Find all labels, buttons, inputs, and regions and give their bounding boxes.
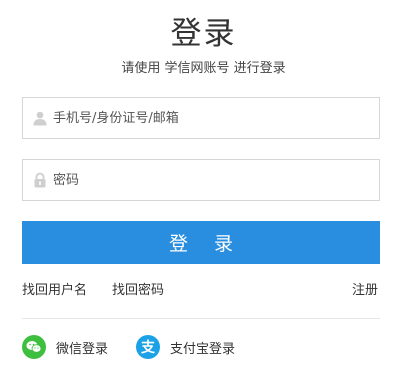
register-link-wrap: 注册 xyxy=(352,279,378,298)
forgot-password-link[interactable]: 找回密码 xyxy=(112,283,164,298)
username-input[interactable] xyxy=(53,98,379,138)
divider xyxy=(22,318,380,319)
alipay-login[interactable]: 支 支付宝登录 xyxy=(136,335,235,359)
user-icon xyxy=(31,109,49,127)
wechat-login[interactable]: 微信登录 xyxy=(22,335,108,359)
wechat-login-label: 微信登录 xyxy=(56,341,109,357)
login-button[interactable]: 登 录 xyxy=(22,221,380,264)
alipay-icon: 支 xyxy=(136,335,160,359)
username-field[interactable] xyxy=(22,97,380,139)
wechat-icon xyxy=(22,335,46,359)
page-subtitle: 请使用 学信网账号 进行登录 xyxy=(121,61,286,76)
page-title: 登录 xyxy=(170,16,237,52)
forgot-password-link-wrap: 找回密码 xyxy=(112,279,164,298)
password-input[interactable] xyxy=(53,160,379,200)
password-field[interactable] xyxy=(22,159,380,201)
alipay-login-label: 支付宝登录 xyxy=(170,341,236,357)
lock-icon xyxy=(31,171,49,189)
register-link[interactable]: 注册 xyxy=(352,283,378,298)
forgot-username-link-wrap: 找回用户名 xyxy=(22,279,87,298)
forgot-username-link[interactable]: 找回用户名 xyxy=(22,283,87,298)
